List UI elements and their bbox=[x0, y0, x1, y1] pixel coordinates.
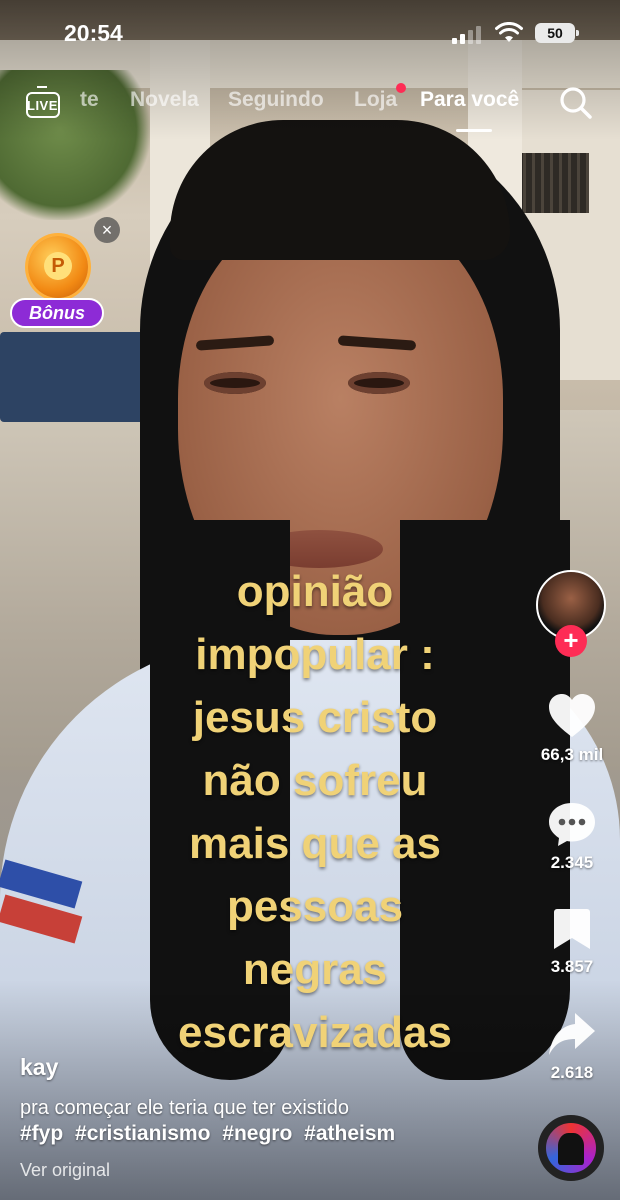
hashtag-link[interactable]: #negro bbox=[222, 1122, 292, 1145]
caption-line: pessoas bbox=[226, 882, 404, 931]
caption-line: escravizadas bbox=[178, 1008, 452, 1057]
music-disc-icon[interactable] bbox=[538, 1115, 604, 1181]
active-tab-indicator bbox=[456, 129, 492, 132]
save-count: 3.857 bbox=[550, 957, 594, 976]
close-icon[interactable]: × bbox=[94, 217, 120, 243]
like-button[interactable]: 66,3 mil bbox=[530, 693, 614, 765]
tab-loja[interactable]: Loja bbox=[354, 88, 397, 112]
tab-novela[interactable]: Novela bbox=[130, 88, 199, 112]
bonus-label: Bônus bbox=[10, 298, 104, 328]
background-window bbox=[517, 153, 589, 213]
cellular-signal-icon bbox=[452, 26, 481, 44]
search-icon[interactable] bbox=[558, 85, 594, 121]
status-time: 20:54 bbox=[64, 20, 123, 46]
bookmark-icon bbox=[554, 909, 590, 949]
hashtag-link[interactable]: #fyp bbox=[20, 1122, 63, 1145]
hashtag-link[interactable]: #cristianismo bbox=[75, 1122, 210, 1145]
notification-dot bbox=[396, 83, 406, 93]
tab-seguindo[interactable]: Seguindo bbox=[228, 88, 324, 112]
share-count: 2.618 bbox=[550, 1063, 594, 1082]
caption-line: impopular : bbox=[195, 630, 435, 679]
save-button[interactable]: 3.857 bbox=[530, 907, 614, 977]
follow-plus-icon[interactable]: + bbox=[555, 625, 587, 657]
person-eye bbox=[348, 372, 410, 394]
wifi-icon bbox=[495, 22, 523, 42]
person-eye bbox=[204, 372, 266, 394]
top-nav: LIVE te Novela Seguindo Loja Para você bbox=[0, 80, 620, 132]
hashtag-list: #fyp #cristianismo #negro #atheism bbox=[20, 1121, 520, 1147]
share-arrow-icon bbox=[549, 1013, 595, 1055]
comment-icon bbox=[549, 803, 595, 846]
see-original-link[interactable]: Ver original bbox=[20, 1160, 110, 1181]
share-button[interactable]: 2.618 bbox=[530, 1011, 614, 1083]
person-bangs bbox=[170, 120, 510, 260]
status-bar: 20:54 50 bbox=[0, 0, 620, 62]
bonus-widget[interactable]: P Bônus bbox=[10, 230, 106, 330]
live-label: LIVE bbox=[27, 98, 58, 113]
post-description: pra começar ele teria que ter existido bbox=[20, 1097, 350, 1119]
video-caption: opinião impopular : jesus cristo não sof… bbox=[130, 560, 500, 1064]
caption-line: jesus cristo bbox=[192, 693, 438, 742]
heart-icon bbox=[549, 694, 595, 737]
comment-count: 2.345 bbox=[550, 853, 594, 872]
comment-button[interactable]: 2.345 bbox=[530, 801, 614, 873]
caption-line: negras bbox=[242, 945, 388, 994]
hashtag-link[interactable]: #atheism bbox=[304, 1122, 395, 1145]
coin-letter: P bbox=[44, 252, 72, 280]
like-count: 66,3 mil bbox=[540, 745, 604, 764]
live-button[interactable]: LIVE bbox=[24, 86, 64, 120]
tab-partial[interactable]: te bbox=[80, 88, 99, 112]
battery-icon: 50 bbox=[535, 23, 579, 43]
tab-para-voce[interactable]: Para você bbox=[420, 88, 519, 112]
caption-line: não sofreu bbox=[202, 756, 428, 805]
author-name[interactable]: kay bbox=[20, 1054, 58, 1081]
coin-icon: P bbox=[28, 236, 88, 298]
caption-line: opinião bbox=[236, 567, 394, 616]
caption-line: mais que as bbox=[189, 819, 441, 868]
